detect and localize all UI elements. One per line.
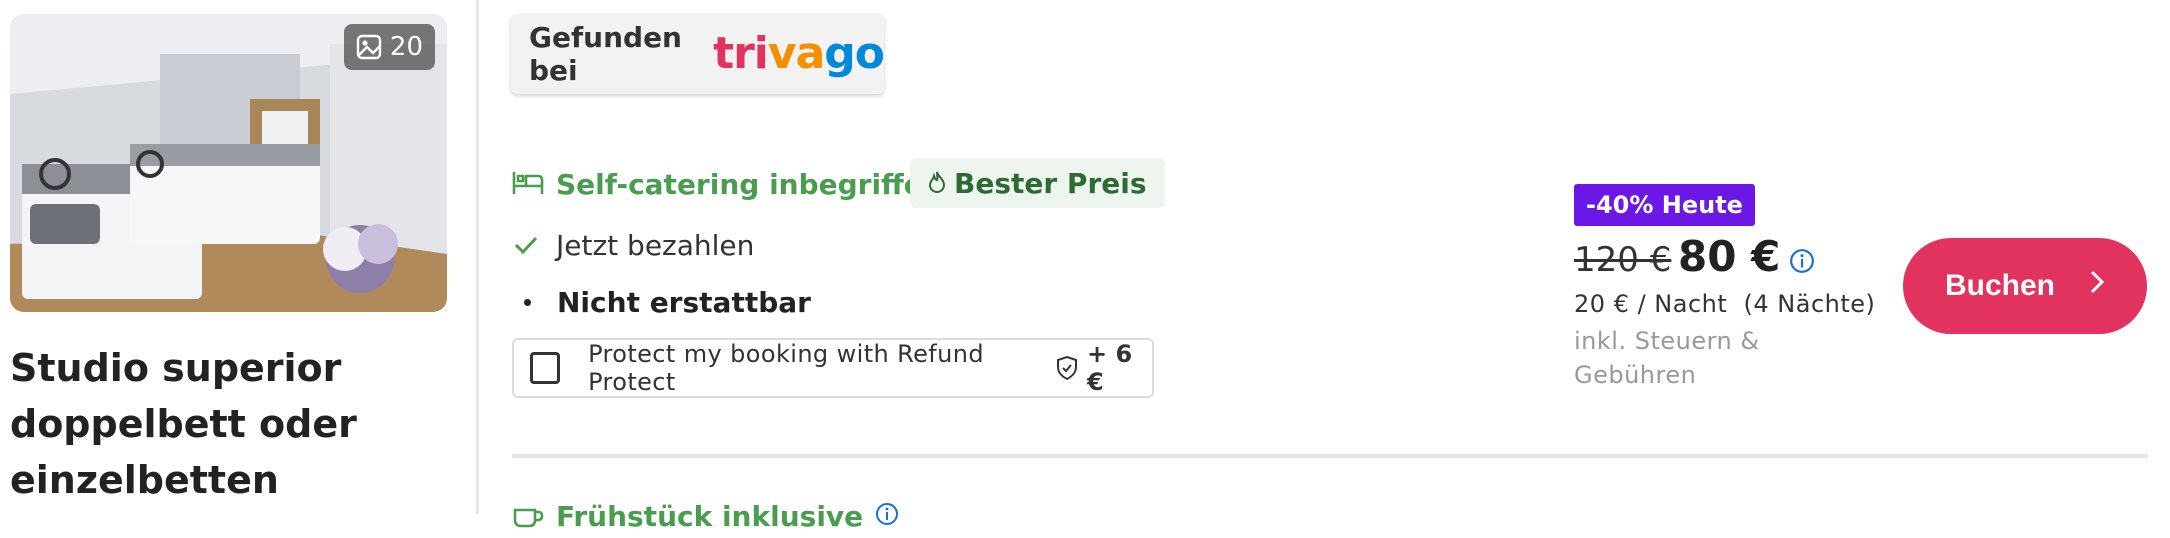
next-info-icon[interactable] xyxy=(875,502,899,530)
book-button[interactable]: Buchen xyxy=(1903,238,2147,334)
trivago-logo: trivago xyxy=(713,28,885,79)
flame-icon xyxy=(928,167,946,200)
refund-protect-checkbox[interactable] xyxy=(530,352,561,384)
price-per-night: 20 € / Nacht (4 Nächte) xyxy=(1574,290,1876,318)
next-meal-label: Frühstück inklusive xyxy=(556,499,864,533)
found-at-badge: Gefunden bei trivago xyxy=(511,14,885,94)
discount-badge: -40% Heute xyxy=(1574,184,1755,226)
payment-row: Jetzt bezahlen xyxy=(514,225,754,265)
meal-row: Self-catering inbegriffen xyxy=(512,162,979,206)
refund-policy-row: Nicht erstattbar xyxy=(524,282,811,322)
bullet-icon xyxy=(524,298,531,306)
refund-protect-price: + 6 € xyxy=(1087,340,1133,396)
refund-protect-label: Protect my booking with Refund Protect xyxy=(588,340,985,396)
image-icon xyxy=(356,34,382,60)
meal-label: Self-catering inbegriffen xyxy=(556,167,943,201)
refund-policy-label: Nicht erstattbar xyxy=(557,285,811,319)
photo-count-badge[interactable]: 20 xyxy=(343,24,435,70)
old-price: 120 € xyxy=(1574,240,1672,280)
photo-count: 20 xyxy=(389,32,423,62)
book-button-label: Buchen xyxy=(1944,269,2055,302)
room-photo[interactable]: 20 xyxy=(10,14,447,312)
room-title: Studio superior doppelbett oder einzelbe… xyxy=(10,346,357,502)
bed-icon xyxy=(512,168,544,200)
current-price: 80 € xyxy=(1678,232,1781,281)
tax-note: inkl. Steuern & Gebühren xyxy=(1574,327,1760,389)
check-icon xyxy=(514,229,538,262)
best-price-label: Bester Preis xyxy=(954,166,1147,200)
next-meal-row: Frühstück inklusive xyxy=(512,494,899,538)
payment-label: Jetzt bezahlen xyxy=(556,228,755,262)
best-price-badge: Bester Preis xyxy=(910,158,1165,208)
found-at-label: Gefunden bei xyxy=(529,21,682,87)
offer-divider xyxy=(512,454,2148,458)
column-divider xyxy=(476,0,479,514)
chevron-right-icon xyxy=(2089,269,2105,303)
coffee-icon xyxy=(512,500,544,532)
shield-check-icon xyxy=(1055,355,1079,381)
price-info-icon[interactable] xyxy=(1789,248,1815,278)
refund-protect-option[interactable]: Protect my booking with Refund Protect +… xyxy=(512,338,1154,398)
